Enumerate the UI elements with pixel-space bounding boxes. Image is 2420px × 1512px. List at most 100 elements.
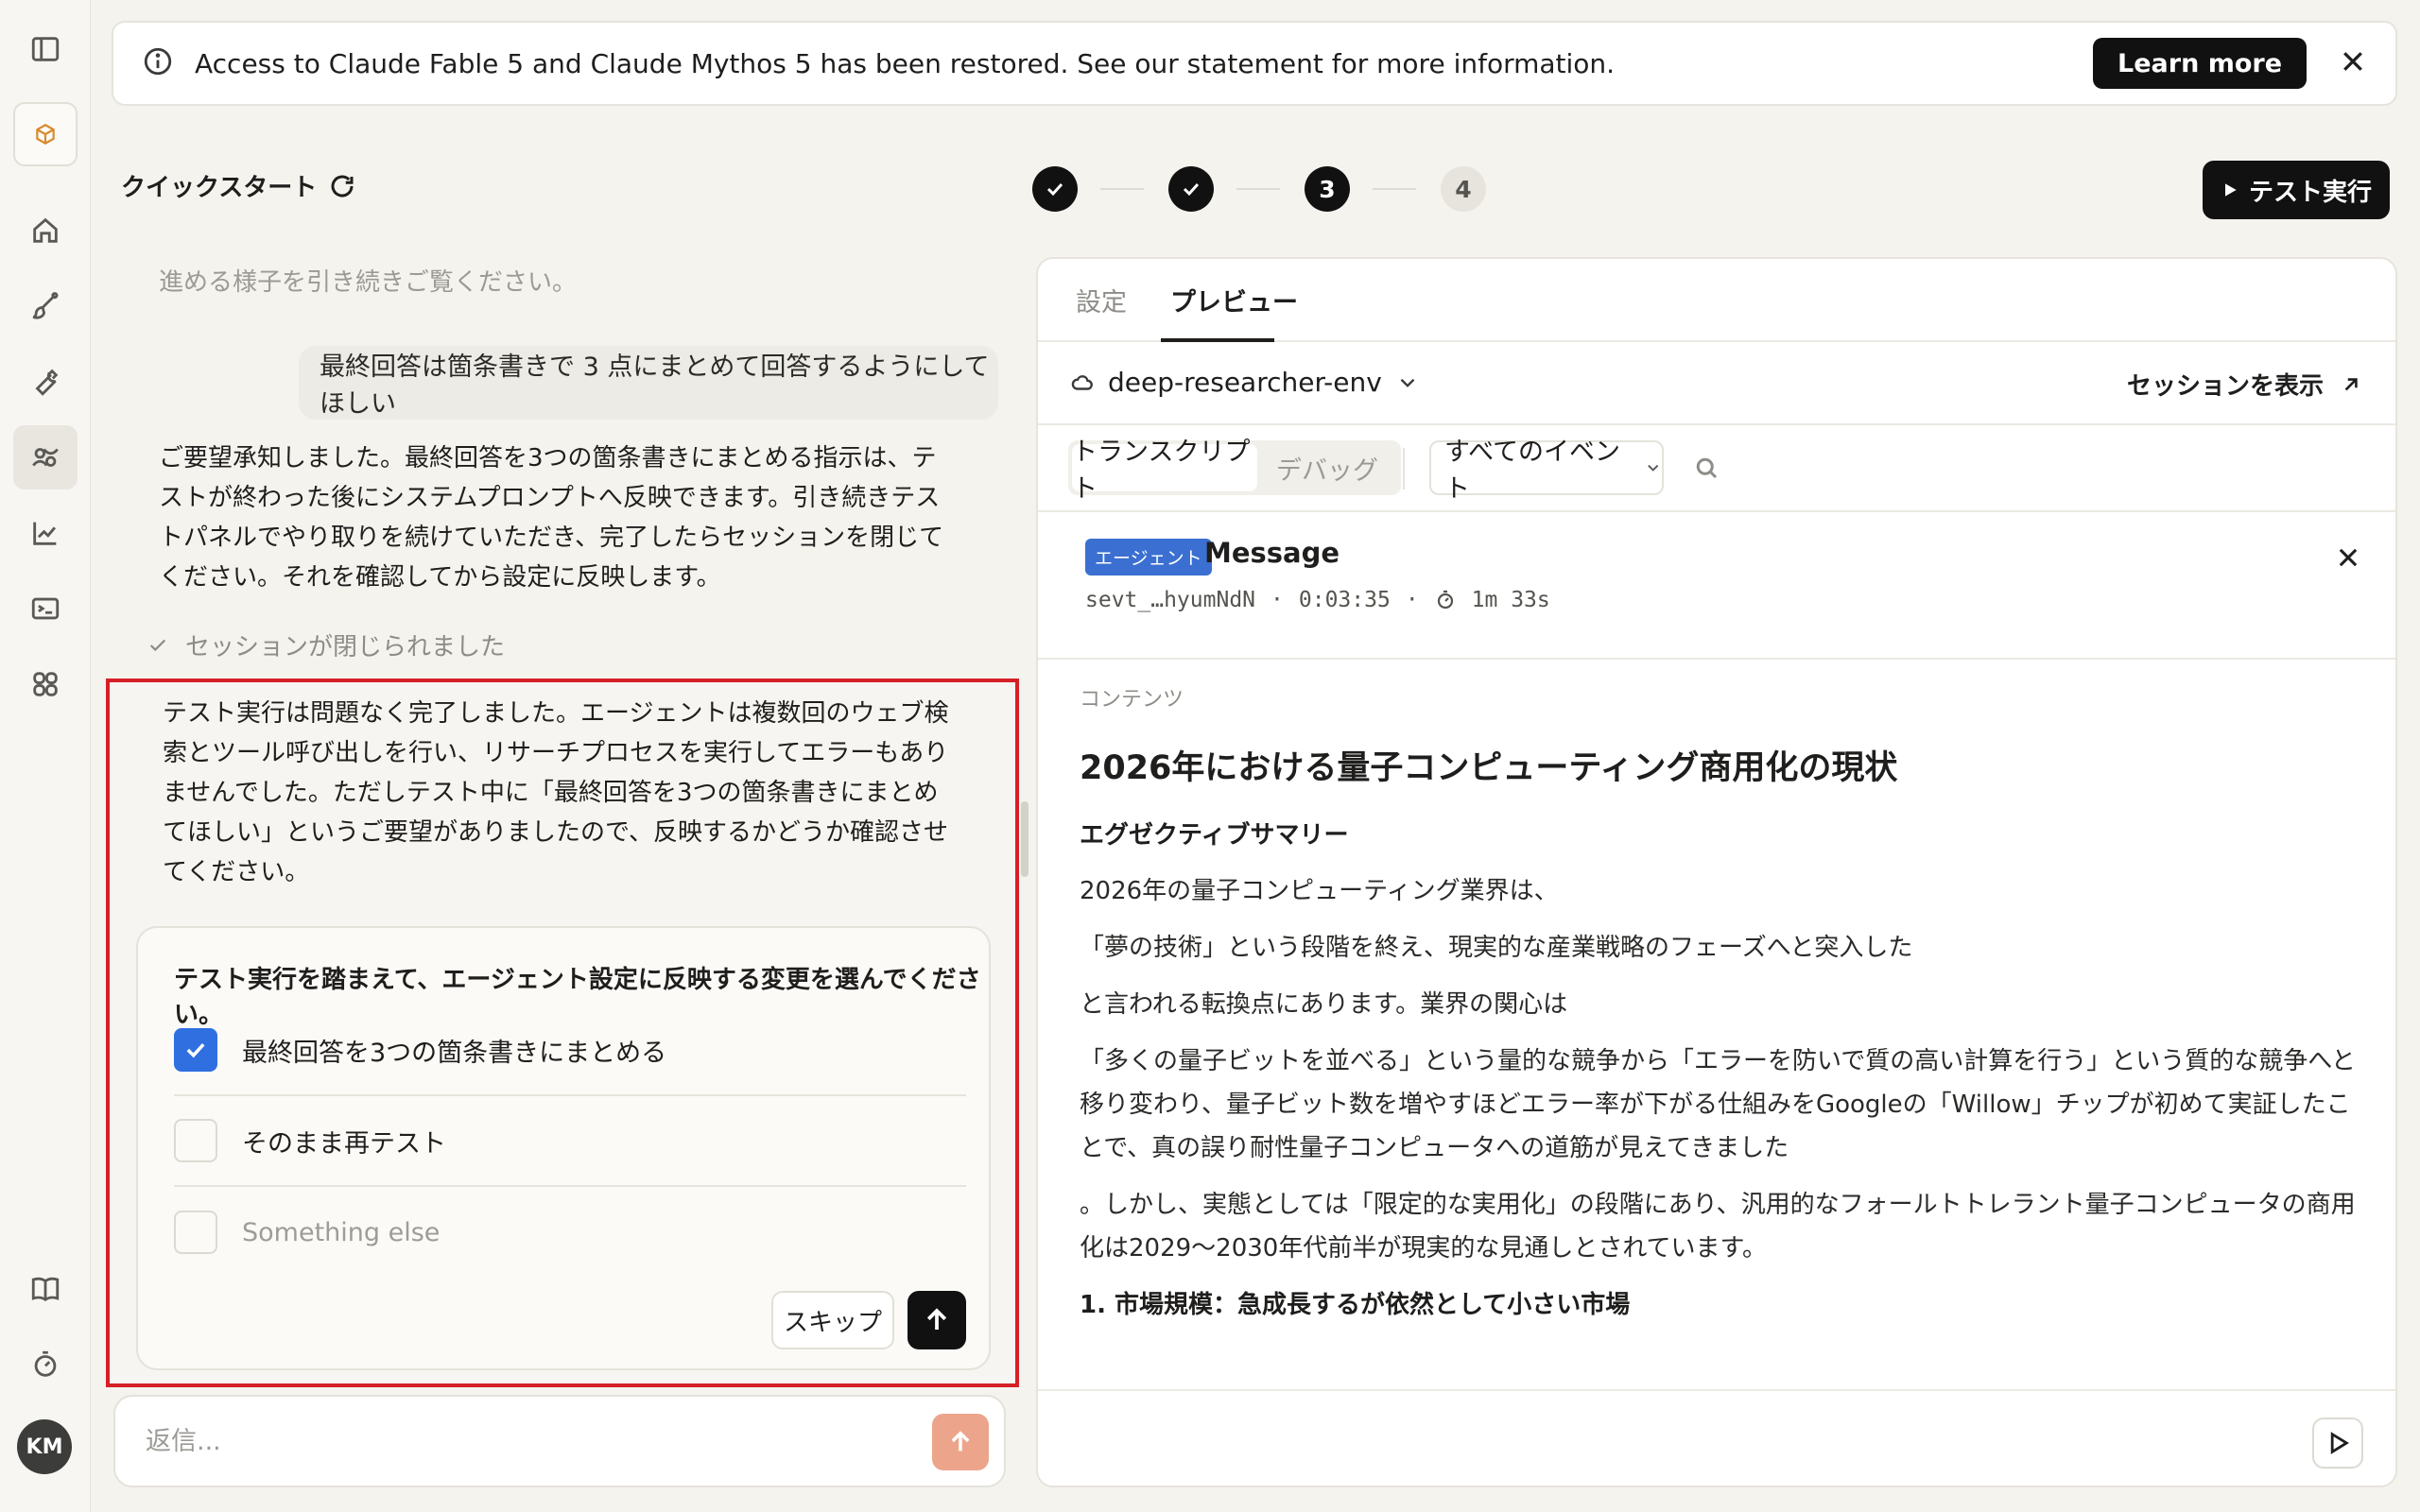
play-icon [2224, 183, 2237, 197]
reply-send-button[interactable] [932, 1414, 989, 1470]
content-paragraph: 2026年の量子コンピューティング業界は、 [1080, 877, 1559, 905]
content-paragraph: と言われる転換点にあります。業界の関心は [1080, 990, 1568, 1019]
arrow-up-icon [951, 1431, 970, 1452]
reply-box [113, 1395, 1006, 1487]
content-paragraph: 。しかし、実態としては「限定的な実用化」の段階にあり、汎用的なフォールトトレラン… [1080, 1191, 2356, 1263]
view-segmented-control: トランスクリプト デバッグ [1068, 438, 1401, 504]
agent-icon[interactable] [13, 425, 78, 490]
submit-choice-button[interactable] [908, 1291, 966, 1349]
step-4-pending: 4 [1441, 166, 1486, 212]
panel-bottom-bar [1038, 1389, 2395, 1486]
option-bullet-summary[interactable]: 最終回答を3つの箇条書きにまとめる [174, 1005, 966, 1096]
step-3-current: 3 [1305, 166, 1350, 212]
tab-preview[interactable]: プレビュー [1170, 282, 1298, 318]
external-link-icon [2344, 377, 2358, 390]
project-cube-icon[interactable] [13, 102, 78, 166]
message-content: コンテンツ 2026年における量子コンピューティング商用化の現状 エグゼクティブ… [1080, 682, 2365, 1320]
apps-icon[interactable] [13, 652, 78, 716]
tab-settings[interactable]: 設定 [1076, 282, 1127, 318]
test-run-button[interactable]: テスト実行 [2203, 161, 2390, 219]
meta-separator: · [1405, 588, 1419, 612]
arrow-up-icon [926, 1308, 947, 1330]
result-message: テスト実行は問題なく完了しました。エージェントは複数回のウェブ検索とツール呼び出… [163, 699, 949, 886]
view-session-label: セッションを表示 [2126, 372, 2324, 401]
message-header: エージェント Message sevt_…hyumNdN · 0:03:35 ·… [1038, 512, 2395, 660]
skip-button[interactable]: スキップ [771, 1291, 894, 1349]
filter-row: トランスクリプト デバッグ すべてのイベント [1038, 425, 2395, 512]
event-filter-dropdown[interactable]: すべてのイベント [1429, 438, 1664, 504]
close-banner-icon[interactable] [2307, 47, 2367, 79]
event-filter-label: すべてのイベント [1444, 438, 1621, 504]
option-something-else[interactable]: Something else [174, 1187, 966, 1278]
close-message-icon[interactable] [2335, 544, 2361, 575]
session-closed-note: セッションが閉じられました [147, 627, 505, 662]
check-icon [1183, 182, 1200, 197]
option-label: Something else [242, 1217, 441, 1247]
play-button[interactable] [2312, 1418, 2363, 1469]
reply-input[interactable] [146, 1426, 902, 1456]
option-label: 最終回答を3つの箇条書きにまとめる [242, 1038, 667, 1068]
preview-panel: 設定 プレビュー deep-researcher-env セッションを表示 トラ… [1036, 257, 2397, 1487]
announcement-banner: Access to Claude Fable 5 and Claude Myth… [112, 21, 2397, 106]
refresh-icon[interactable] [328, 172, 356, 200]
panel-tabs: 設定 プレビュー [1038, 259, 2395, 342]
play-icon [2330, 1432, 2350, 1454]
event-time: 0:03:35 [1298, 588, 1391, 612]
banner-text: Access to Claude Fable 5 and Claude Myth… [195, 47, 1616, 79]
terminal-icon[interactable] [13, 576, 78, 641]
chevron-down-icon [1400, 378, 1415, 387]
cloud-icon [1071, 374, 1093, 390]
highlight-box: テスト実行は問題なく完了しました。エージェントは複数回のウェブ検索とツール呼び出… [106, 679, 1019, 1387]
event-duration: 1m 33s [1471, 588, 1550, 612]
environment-row: deep-researcher-env セッションを表示 [1038, 342, 2395, 425]
info-icon [142, 45, 174, 81]
step-connector [1236, 188, 1280, 190]
brush-icon[interactable] [13, 274, 78, 338]
checkbox-checked[interactable] [174, 1028, 217, 1072]
check-icon [1046, 182, 1063, 197]
option-retest[interactable]: そのまま再テスト [174, 1096, 966, 1187]
choice-card: テスト実行を踏まえて、エージェント設定に反映する変更を選んでください。 最終回答… [136, 926, 991, 1370]
quickstart-title: クイックスタート [121, 168, 356, 203]
environment-selector[interactable]: deep-researcher-env [1070, 367, 1420, 398]
chevron-down-icon [1647, 464, 1658, 472]
step-2-done [1168, 166, 1214, 212]
segment-debug[interactable]: デバッグ [1276, 450, 1378, 487]
check-icon [149, 639, 166, 651]
content-heading: 2026年における量子コンピューティング商用化の現状 [1080, 749, 1898, 787]
event-id: sevt_…hyumNdN [1085, 588, 1256, 612]
step-connector [1100, 188, 1144, 190]
avatar[interactable]: KM [17, 1419, 72, 1474]
learn-more-button[interactable]: Learn more [2093, 38, 2307, 89]
content-subheading: エグゼクティブサマリー [1080, 821, 1349, 850]
message-meta: sevt_…hyumNdN · 0:03:35 · 1m 33s [1085, 588, 1550, 612]
user-message-bubble: 最終回答は箇条書きで 3 点にまとめて回答するようにしてほしい [299, 346, 998, 420]
option-label: そのまま再テスト [242, 1128, 446, 1159]
chart-icon[interactable] [13, 501, 78, 565]
divider [1403, 448, 1405, 490]
environment-name: deep-researcher-env [1108, 367, 1382, 398]
faded-message: 進める様子を引き続きご覧ください。 [159, 268, 578, 297]
step-1-done [1032, 166, 1078, 212]
sidebar-toggle-icon[interactable] [13, 17, 78, 81]
wrench-icon[interactable] [13, 350, 78, 414]
step-connector [1373, 188, 1416, 190]
home-icon[interactable] [13, 198, 78, 263]
timer-icon [1437, 590, 1453, 610]
content-section-heading: 1. 市場規模：急成長するが依然として小さい市場 [1080, 1291, 1631, 1319]
session-closed-text: セッションが閉じられました [185, 633, 506, 662]
checkbox[interactable] [174, 1211, 217, 1254]
assistant-message: ご要望承知しました。最終回答を3つの箇条書きにまとめる指示は、テストが終わった後… [159, 444, 944, 592]
book-icon[interactable] [13, 1257, 78, 1321]
checkbox[interactable] [174, 1119, 217, 1162]
quickstart-title-text: クイックスタート [121, 174, 318, 202]
panel-resize-handle[interactable] [1021, 801, 1028, 877]
timer-icon[interactable] [13, 1332, 78, 1397]
search-icon[interactable] [1692, 454, 1720, 486]
agent-badge: エージェント [1085, 539, 1212, 576]
content-label: コンテンツ [1080, 688, 1184, 712]
content-paragraph: 「夢の技術」という段階を終え、現実的な産業戦略のフェーズへと突入した [1080, 934, 1913, 962]
view-session-link[interactable]: セッションを表示 [2127, 367, 2363, 402]
sidebar: KM [0, 0, 91, 1512]
segment-transcript[interactable]: トランスクリプト [1072, 438, 1257, 504]
